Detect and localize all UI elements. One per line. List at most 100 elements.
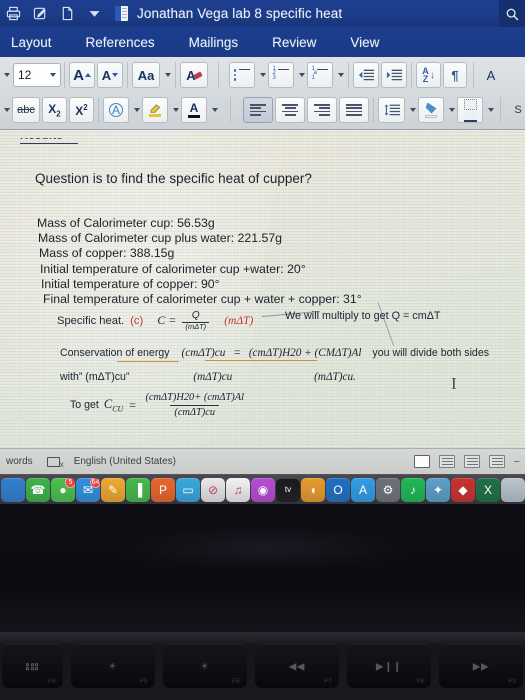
- numbered-list-button[interactable]: 123: [268, 62, 294, 88]
- markup-icon[interactable]: [27, 3, 54, 25]
- proofing-language-icon[interactable]: [46, 456, 64, 469]
- font-size-value: 12: [18, 68, 32, 82]
- bullet-list-button[interactable]: [229, 62, 255, 88]
- word-count-label[interactable]: words: [6, 456, 33, 467]
- podcasts-icon[interactable]: ◉: [251, 477, 275, 502]
- text-effects-dropdown-icon[interactable]: [130, 97, 141, 123]
- font-color-button[interactable]: A: [181, 97, 207, 123]
- multilevel-list-button[interactable]: 1a1: [307, 62, 333, 88]
- shading-dropdown-icon[interactable]: [445, 97, 456, 123]
- finder-window-icon[interactable]: [501, 477, 525, 502]
- borders-button[interactable]: [457, 97, 483, 123]
- format-overflow-dropdown-icon[interactable]: [0, 97, 11, 123]
- keynote-icon[interactable]: P: [151, 477, 175, 502]
- key-f6[interactable]: ☀ F6: [162, 644, 247, 688]
- zoom-out-icon[interactable]: −: [514, 456, 520, 467]
- finder-icon[interactable]: [1, 477, 25, 502]
- ribbon-tab-bar: Layout References Mailings Review View: [0, 27, 525, 57]
- font-name-dropdown-icon[interactable]: [0, 62, 11, 88]
- borders-dropdown-icon[interactable]: [484, 97, 495, 123]
- show-marks-button[interactable]: ¶: [443, 62, 467, 88]
- tab-references[interactable]: References: [86, 35, 155, 50]
- font-size-dropdown-icon[interactable]: [50, 73, 56, 77]
- document-page[interactable]: Results Question is to find the specific…: [0, 130, 525, 448]
- change-case-label: Aa: [137, 67, 155, 83]
- key-glyph: ☀: [107, 661, 118, 673]
- styles-pane-button[interactable]: S: [507, 97, 525, 123]
- styles-overflow-button[interactable]: A: [480, 62, 502, 88]
- justify-icon: [346, 104, 362, 116]
- mail-icon[interactable]: ✉ 64: [76, 477, 100, 502]
- pages-icon[interactable]: ✎: [101, 477, 125, 502]
- line-spacing-dropdown-icon[interactable]: [406, 97, 417, 123]
- shading-button[interactable]: [418, 97, 444, 123]
- tab-review[interactable]: Review: [272, 35, 316, 50]
- sort-button[interactable]: A Z ↓: [416, 62, 441, 88]
- dock-icon-glyph: ✦: [432, 482, 444, 497]
- font-size-input[interactable]: 12: [13, 63, 61, 87]
- spotify-icon[interactable]: ♪: [401, 477, 425, 502]
- no-entry-icon[interactable]: ⊘: [201, 477, 225, 502]
- multilevel-list-icon: 1a1: [312, 66, 329, 82]
- dock-icon-glyph: ✎: [107, 482, 119, 497]
- font-color-dropdown-icon[interactable]: [208, 97, 219, 123]
- laptop-bezel: F4 ☀ F5 ☀ F6 ◀◀ F7 ▶❙❙ F8 ▶▶ F9: [0, 504, 525, 700]
- tab-mailings[interactable]: Mailings: [189, 35, 239, 50]
- draft-view-button[interactable]: [488, 455, 505, 468]
- bin-icon[interactable]: ◆: [451, 477, 475, 502]
- web-layout-view-button[interactable]: [438, 455, 455, 468]
- numbers-icon[interactable]: ▐: [126, 477, 150, 502]
- appletv-icon[interactable]: tv: [276, 477, 300, 502]
- subscript-button[interactable]: X2: [42, 97, 67, 123]
- search-icon[interactable]: [499, 0, 525, 27]
- fraction-numerator: Q: [191, 310, 200, 321]
- multilevel-list-dropdown-icon[interactable]: [334, 62, 345, 88]
- justify-button[interactable]: [339, 97, 369, 123]
- superscript-button[interactable]: X2: [69, 97, 94, 123]
- print-layout-view-button[interactable]: [413, 455, 430, 468]
- key-f4[interactable]: F4: [2, 644, 63, 688]
- strikethrough-button[interactable]: abc: [12, 97, 40, 123]
- key-f8-playpause[interactable]: ▶❙❙ F8: [346, 644, 431, 688]
- change-case-button[interactable]: Aa: [132, 62, 160, 88]
- align-left-button[interactable]: [243, 97, 273, 123]
- numbered-list-dropdown-icon[interactable]: [295, 62, 306, 88]
- borders-icon: [463, 98, 477, 110]
- tab-layout[interactable]: Layout: [11, 35, 52, 50]
- change-case-dropdown-icon[interactable]: [161, 62, 172, 88]
- key-fn-label: F9: [508, 678, 517, 685]
- font-color-label: A: [189, 100, 199, 115]
- decrease-indent-button[interactable]: [353, 62, 379, 88]
- highlight-color-dropdown-icon[interactable]: [169, 97, 180, 123]
- zoom-slider[interactable]: −: [514, 456, 520, 467]
- outline-view-button[interactable]: [463, 455, 480, 468]
- photos-icon[interactable]: ✦: [426, 477, 450, 502]
- settings-icon[interactable]: ⚙: [376, 477, 400, 502]
- align-right-button[interactable]: [307, 97, 337, 123]
- print-icon[interactable]: [0, 3, 27, 25]
- grow-font-button[interactable]: A: [69, 62, 95, 88]
- messages-icon[interactable]: ● 5: [51, 477, 75, 502]
- align-center-button[interactable]: [275, 97, 305, 123]
- line-spacing-button[interactable]: [378, 97, 405, 123]
- new-document-icon[interactable]: [54, 3, 81, 25]
- outlook-icon[interactable]: O: [326, 477, 350, 502]
- presentation-icon[interactable]: ▭: [176, 477, 200, 502]
- key-f9-forward[interactable]: ▶▶ F9: [438, 644, 524, 688]
- tab-view[interactable]: View: [350, 35, 379, 50]
- dropdown-icon[interactable]: [81, 3, 108, 25]
- app-store-icon[interactable]: A: [351, 477, 375, 502]
- facetime-icon[interactable]: ☎: [26, 477, 50, 502]
- bullet-list-dropdown-icon[interactable]: [256, 62, 267, 88]
- language-label[interactable]: English (United States): [74, 456, 176, 467]
- books-icon[interactable]: ◖: [301, 477, 325, 502]
- key-f5[interactable]: ☀ F5: [70, 644, 155, 688]
- text-effects-button[interactable]: A: [103, 97, 129, 123]
- key-f7-rewind[interactable]: ◀◀ F7: [254, 644, 339, 688]
- increase-indent-button[interactable]: [381, 62, 407, 88]
- shrink-font-button[interactable]: A: [97, 62, 123, 88]
- highlight-color-button[interactable]: [142, 97, 168, 123]
- clear-formatting-button[interactable]: A: [180, 62, 208, 88]
- music-icon[interactable]: ♫: [226, 477, 250, 502]
- excel-icon[interactable]: X: [476, 477, 500, 502]
